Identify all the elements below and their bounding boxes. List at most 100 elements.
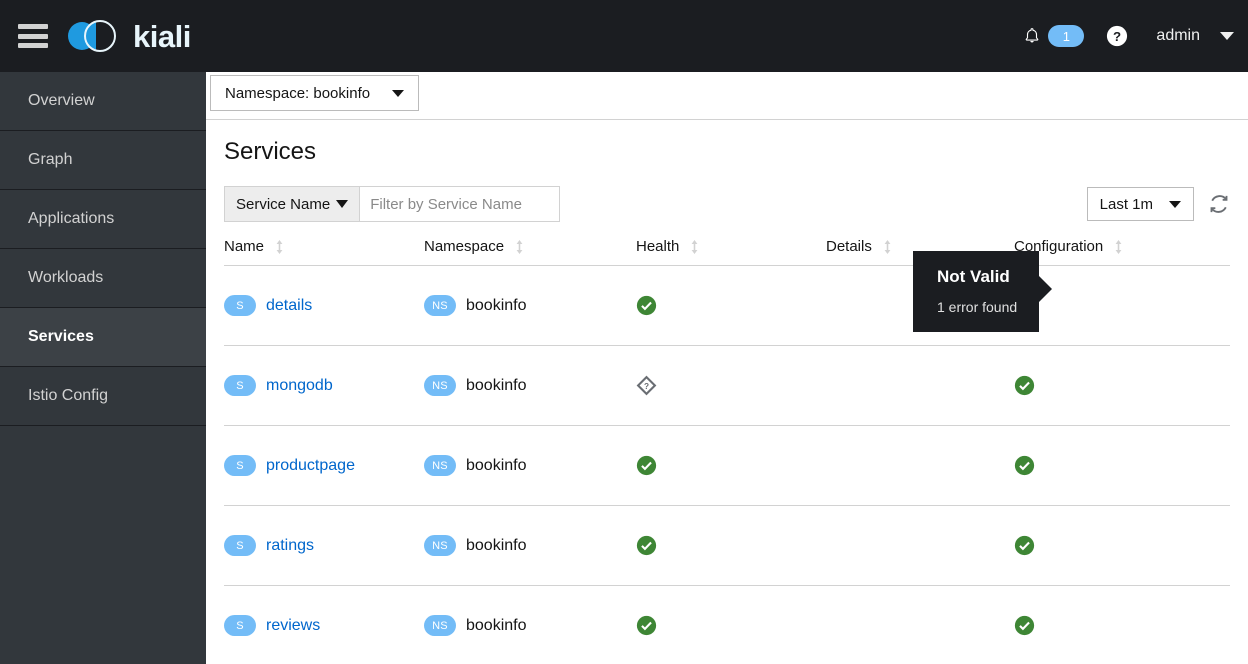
bell-icon[interactable] <box>1023 26 1041 46</box>
column-header-name[interactable]: Name <box>224 238 424 255</box>
sidebar-item-label: Graph <box>28 151 73 168</box>
table-row[interactable]: S productpage NS bookinfo <box>224 426 1230 506</box>
services-toolbar: Service Name Last 1m <box>206 166 1248 228</box>
sidebar-item-label: Workloads <box>28 269 104 286</box>
caret-down-icon <box>1169 200 1181 208</box>
table-header-row: Name Namespace Health Details Configurat… <box>224 228 1230 266</box>
hamburger-bar <box>18 33 48 39</box>
cell-namespace: NS bookinfo <box>424 295 636 316</box>
notification-count-badge[interactable]: 1 <box>1048 25 1085 47</box>
sidebar-item-label: Istio Config <box>28 387 109 404</box>
column-header-namespace[interactable]: Namespace <box>424 238 636 255</box>
cell-namespace: NS bookinfo <box>424 535 636 556</box>
configuration-tooltip: Not Valid 1 error found <box>913 251 1039 332</box>
masthead: kiali 1 ? admin <box>0 0 1248 72</box>
sort-updown-icon[interactable] <box>274 239 285 255</box>
sidebar-item-label: Applications <box>28 210 115 227</box>
sidebar-item-overview[interactable]: Overview <box>0 72 206 131</box>
service-link[interactable]: details <box>266 297 312 315</box>
svg-text:?: ? <box>644 381 649 391</box>
check-circle-icon <box>636 455 657 476</box>
service-badge: S <box>224 535 256 556</box>
sidebar-filler <box>0 426 206 664</box>
notifications-group[interactable]: 1 <box>1023 25 1085 47</box>
table-row[interactable]: S reviews NS bookinfo <box>224 586 1230 664</box>
cell-health <box>636 295 826 316</box>
filter-type-dropdown[interactable]: Service Name <box>224 186 361 222</box>
namespace-badge: NS <box>424 375 456 396</box>
cell-configuration[interactable] <box>1014 455 1214 476</box>
user-name-label[interactable]: admin <box>1156 27 1200 45</box>
service-link[interactable]: reviews <box>266 617 320 635</box>
cell-name: S reviews <box>224 615 424 636</box>
namespace-selector[interactable]: Namespace: bookinfo <box>210 75 420 111</box>
time-range-label: Last 1m <box>1099 195 1153 213</box>
kiali-logo[interactable]: kiali <box>68 19 191 53</box>
filter-type-label: Service Name <box>236 195 331 213</box>
namespace-text: bookinfo <box>466 616 527 634</box>
check-circle-icon[interactable] <box>1014 615 1035 636</box>
cell-configuration[interactable] <box>1014 535 1214 556</box>
namespace-badge: NS <box>424 615 456 636</box>
tooltip-arrow <box>1039 276 1052 302</box>
logo-ring-circle <box>84 20 116 52</box>
sidebar-nav: Overview Graph Applications Workloads Se… <box>0 72 206 664</box>
service-link[interactable]: mongodb <box>266 377 333 395</box>
sidebar-item-label: Services <box>28 328 94 345</box>
masthead-actions: 1 ? admin <box>1023 25 1234 47</box>
check-circle-icon[interactable] <box>1014 535 1035 556</box>
tooltip-title: Not Valid <box>937 267 1010 286</box>
service-badge: S <box>224 295 256 316</box>
sidebar-item-workloads[interactable]: Workloads <box>0 249 206 308</box>
sort-updown-icon[interactable] <box>514 239 525 255</box>
unknown-diamond-icon: ? <box>636 375 657 396</box>
sidebar-item-applications[interactable]: Applications <box>0 190 206 249</box>
cell-configuration[interactable] <box>1014 375 1214 396</box>
column-header-configuration[interactable]: Configuration <box>1014 238 1214 255</box>
namespace-selector-label: Namespace: bookinfo <box>225 84 371 102</box>
cell-name: S mongodb <box>224 375 424 396</box>
namespace-badge: NS <box>424 295 456 316</box>
table-row[interactable]: S ratings NS bookinfo <box>224 506 1230 586</box>
time-range-dropdown[interactable]: Last 1m <box>1086 187 1194 221</box>
sidebar-item-services[interactable]: Services <box>0 308 206 367</box>
check-circle-icon[interactable] <box>1014 455 1035 476</box>
caret-down-icon <box>336 200 349 208</box>
main-content: Namespace: bookinfo Services Service Nam… <box>206 72 1248 664</box>
column-header-health[interactable]: Health <box>636 238 826 255</box>
namespace-text: bookinfo <box>466 376 527 394</box>
column-label: Details <box>826 238 872 255</box>
check-circle-icon[interactable] <box>1014 375 1035 396</box>
sidebar-item-istio-config[interactable]: Istio Config <box>0 367 206 426</box>
service-badge: S <box>224 455 256 476</box>
namespace-badge: NS <box>424 455 456 476</box>
sync-refresh-icon[interactable] <box>1208 193 1230 215</box>
cell-namespace: NS bookinfo <box>424 455 636 476</box>
cell-namespace: NS bookinfo <box>424 375 636 396</box>
user-menu-chevron-down-icon[interactable] <box>1220 32 1234 40</box>
service-name-filter-input[interactable] <box>360 186 561 222</box>
column-label: Namespace <box>424 238 505 255</box>
cell-configuration[interactable] <box>1014 615 1214 636</box>
brand-name: kiali <box>133 18 191 54</box>
table-row[interactable]: S mongodb NS bookinfo ? <box>224 346 1230 426</box>
service-link[interactable]: productpage <box>266 457 355 475</box>
sidebar-item-label: Overview <box>28 92 95 109</box>
question-circle-icon[interactable]: ? <box>1106 25 1128 47</box>
column-label: Name <box>224 238 265 255</box>
caret-down-icon <box>392 89 405 97</box>
cell-health <box>636 615 826 636</box>
sort-updown-icon[interactable] <box>689 239 700 255</box>
services-table: Name Namespace Health Details Configurat… <box>206 228 1248 664</box>
service-link[interactable]: ratings <box>266 537 314 555</box>
service-badge: S <box>224 615 256 636</box>
cell-name: S productpage <box>224 455 424 476</box>
cell-health: ? <box>636 375 826 396</box>
sort-updown-icon[interactable] <box>1113 239 1124 255</box>
cell-name: S details <box>224 295 424 316</box>
tooltip-subtitle: 1 error found <box>937 299 1018 316</box>
sort-updown-icon[interactable] <box>882 239 893 255</box>
table-row[interactable]: S details NS bookinfo <box>224 266 1230 346</box>
sidebar-item-graph[interactable]: Graph <box>0 131 206 190</box>
hamburger-icon[interactable] <box>18 24 48 48</box>
